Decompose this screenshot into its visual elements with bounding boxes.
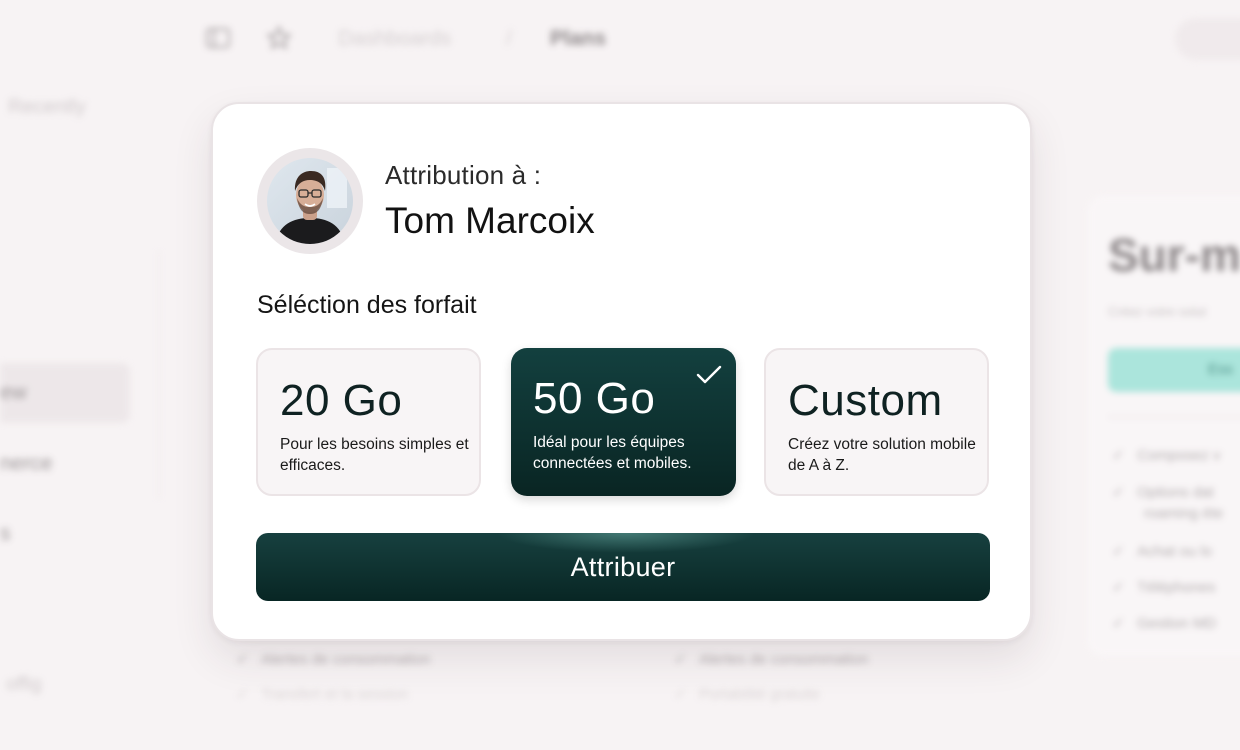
feature-text: Alertes de consommation bbox=[261, 651, 431, 668]
plan-amount: 20 Go bbox=[280, 376, 403, 425]
sidebar-item-label: offig bbox=[6, 674, 42, 695]
plan-description: Idéal pour les équipes connectées et mob… bbox=[533, 434, 692, 472]
avatar bbox=[267, 158, 353, 244]
card-feature: ✓ Gestion MD bbox=[1112, 615, 1217, 632]
card-feature-continued: roaming éte bbox=[1144, 505, 1224, 522]
sidebar-item-third[interactable]: s bbox=[0, 522, 11, 546]
assign-button-label: Attribuer bbox=[570, 552, 676, 582]
card-button[interactable]: Ess bbox=[1108, 348, 1240, 392]
sidebar-item-bottom[interactable]: offig bbox=[6, 674, 42, 696]
feature-text: Composez v bbox=[1137, 447, 1221, 464]
sidebar-divider bbox=[158, 250, 160, 500]
star-icon[interactable] bbox=[266, 25, 292, 51]
plan-amount: Custom bbox=[788, 376, 943, 425]
check-icon bbox=[696, 365, 722, 384]
card-feature: ✓ Achat ou lo bbox=[1112, 543, 1213, 560]
plan-amount: 50 Go bbox=[533, 374, 656, 423]
card-subtitle: Créez votre solut bbox=[1108, 304, 1207, 319]
sidebar-recently-label: Recently bbox=[8, 96, 86, 118]
feature-text: Transfert et la session bbox=[261, 686, 409, 703]
feature-text: Options dat bbox=[1137, 484, 1214, 501]
feature-row: ✓ Transfert et la session bbox=[236, 686, 409, 703]
feature-text: Alertes de consommation bbox=[699, 651, 869, 668]
feature-row: ✓ Portabilité gratuite bbox=[674, 686, 820, 703]
card-button-label: Ess bbox=[1208, 361, 1234, 378]
sidebar-item-commerce[interactable]: nerce bbox=[0, 452, 53, 476]
card-title: Sur-m bbox=[1108, 229, 1240, 281]
avatar-ring bbox=[257, 148, 363, 254]
plan-option-20go[interactable]: 20 Go Pour les besoins simples et effica… bbox=[256, 348, 481, 496]
plan-description: Créez votre solution mobile de A à Z. bbox=[788, 436, 976, 474]
sidebar-item-overview[interactable]: ew bbox=[0, 363, 130, 423]
card-divider bbox=[1108, 416, 1240, 418]
assign-plan-modal: Attribution à : Tom Marcoix Séléction de… bbox=[211, 102, 1032, 641]
sidebar-item-label: ew bbox=[0, 381, 27, 404]
feature-text: Portabilité gratuite bbox=[699, 686, 820, 703]
breadcrumb-dashboards[interactable]: Dashboards bbox=[338, 27, 451, 51]
card-feature: ✓ Composez v bbox=[1112, 447, 1221, 464]
feature-row: ✓ Alertes de consommation bbox=[236, 651, 431, 668]
feature-text: Gestion MD bbox=[1137, 615, 1217, 632]
button-glow bbox=[496, 533, 756, 553]
plan-description: Pour les besoins simples et efficaces. bbox=[280, 436, 469, 474]
plan-option-50go-selected[interactable]: 50 Go Idéal pour les équipes connectées … bbox=[511, 348, 736, 496]
breadcrumb-plans[interactable]: Plans bbox=[550, 27, 606, 51]
user-name: Tom Marcoix bbox=[385, 200, 595, 241]
section-title: Séléction des forfait bbox=[257, 291, 477, 319]
user-avatar-icon bbox=[267, 158, 353, 244]
breadcrumb-separator: / bbox=[506, 27, 512, 50]
sidebar-item-label: s bbox=[0, 522, 11, 545]
card-feature: ✓ Options dat bbox=[1112, 484, 1214, 501]
top-bar: Dashboards / Plans bbox=[0, 0, 1240, 80]
assign-button[interactable]: Attribuer bbox=[256, 533, 990, 601]
search-button[interactable] bbox=[1175, 18, 1240, 60]
feature-text: Téléphones bbox=[1137, 579, 1216, 596]
plan-option-custom[interactable]: Custom Créez votre solution mobile de A … bbox=[764, 348, 989, 496]
assign-label: Attribution à : bbox=[385, 160, 542, 190]
feature-row: ✓ Alertes de consommation bbox=[674, 651, 869, 668]
feature-text: Achat ou lo bbox=[1137, 543, 1213, 560]
sidebar-item-label: nerce bbox=[0, 452, 53, 475]
card-feature: ✓ Téléphones bbox=[1112, 579, 1216, 596]
plan-card-custom-background: Sur-m Créez votre solut Ess ✓ Composez v… bbox=[1088, 196, 1240, 656]
sidebar: Recently ew nerce s offig bbox=[0, 0, 160, 750]
sidebar-toggle-icon[interactable] bbox=[205, 25, 231, 51]
